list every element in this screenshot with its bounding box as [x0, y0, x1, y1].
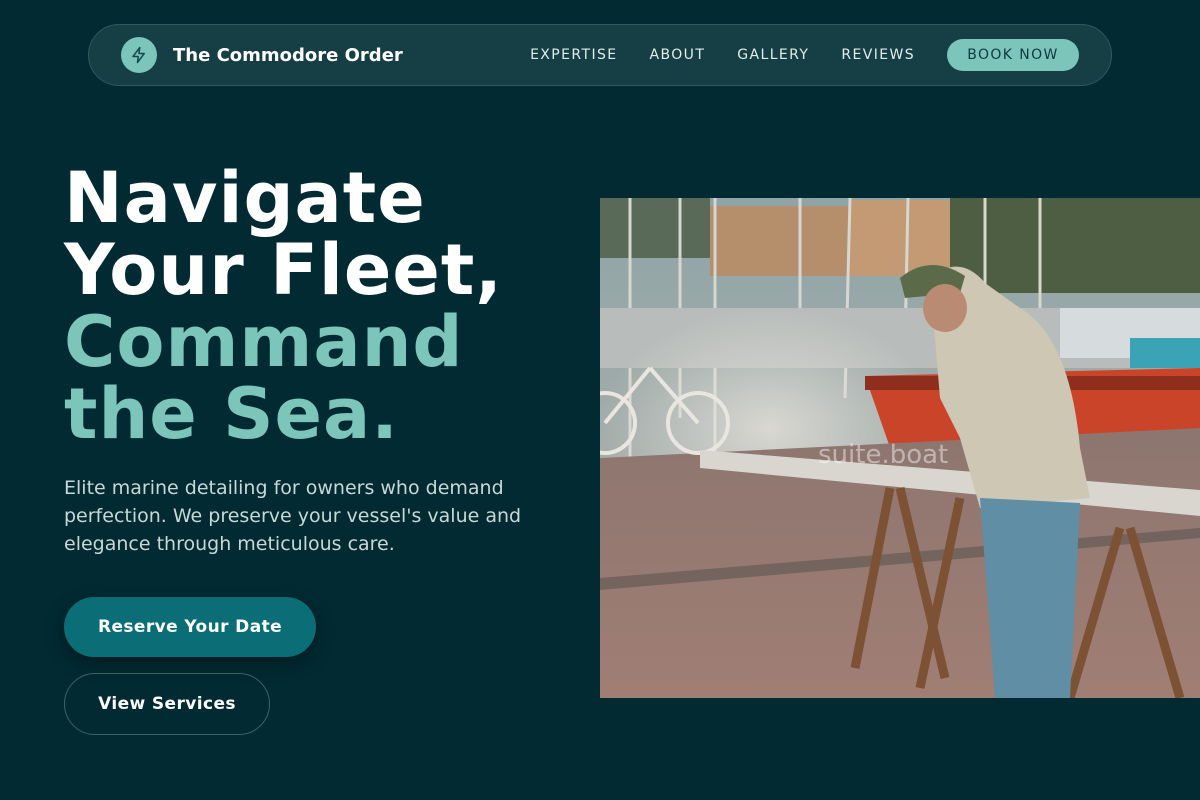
reserve-date-button[interactable]: Reserve Your Date: [64, 597, 316, 657]
hero-title-line-1: Navigate: [64, 157, 426, 239]
book-now-button[interactable]: BOOK NOW: [947, 39, 1079, 71]
top-navigation-bar: The Commodore Order EXPERTISE ABOUT GALL…: [88, 24, 1112, 86]
nav-link-about[interactable]: ABOUT: [650, 47, 706, 63]
nav-link-gallery[interactable]: GALLERY: [737, 47, 809, 63]
hero-title-line-3: Command: [64, 301, 464, 383]
nav-link-reviews[interactable]: REVIEWS: [841, 47, 915, 63]
hero-title-line-4: the Sea.: [64, 373, 399, 455]
lightning-icon: [121, 37, 157, 73]
brand-name: The Commodore Order: [173, 44, 403, 66]
brand[interactable]: The Commodore Order: [121, 37, 403, 73]
hero-title-line-2: Your Fleet,: [64, 229, 503, 311]
nav-link-expertise[interactable]: EXPERTISE: [530, 47, 617, 63]
nav-links: EXPERTISE ABOUT GALLERY REVIEWS BOOK NOW: [530, 39, 1079, 71]
image-watermark: suite.boat: [818, 440, 949, 470]
view-services-button[interactable]: View Services: [64, 673, 270, 735]
hero-title: Navigate Your Fleet, Command the Sea.: [64, 162, 503, 450]
hero-description: Elite marine detailing for owners who de…: [64, 477, 522, 555]
